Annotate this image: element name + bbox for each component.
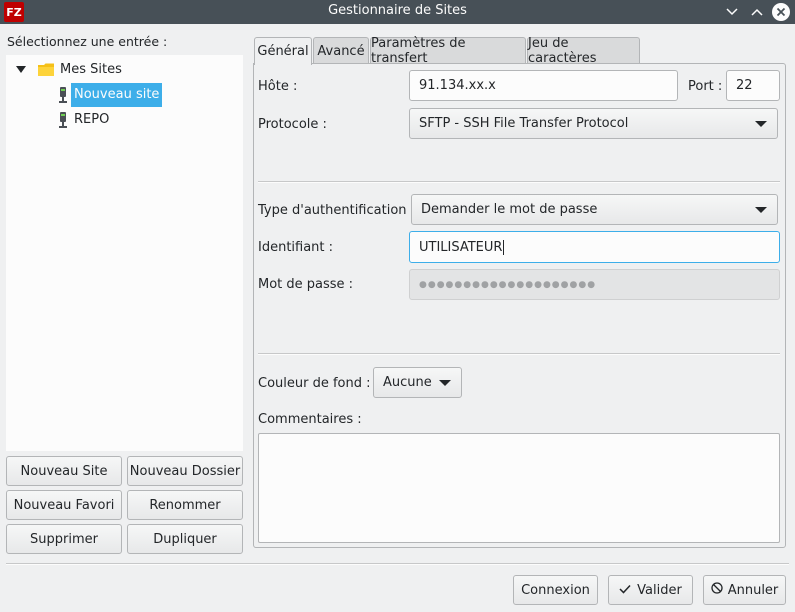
cancel-icon [711,582,723,598]
tab-advanced[interactable]: Avancé [313,37,369,64]
cancel-button[interactable]: Annuler [703,575,786,605]
tree-item-label: REPO [74,112,110,127]
footer-separator [6,563,789,565]
delete-button[interactable]: Supprimer [6,524,122,554]
tree-folder-label: Mes Sites [60,62,122,77]
minimize-chevron-down-icon[interactable] [722,2,742,22]
window-title: Gestionnaire de Sites [328,3,467,18]
close-icon [772,3,790,21]
ok-label: Valider [637,582,682,598]
ok-button[interactable]: Valider [608,575,693,605]
username-value: UTILISATEUR [419,239,503,255]
connect-button[interactable]: Connexion [513,575,598,605]
password-input[interactable]: ●●●●●●●●●●●●●●●●●●●● [409,269,780,300]
new-folder-button[interactable]: Nouveau Dossier [127,456,243,486]
text-cursor [503,239,505,255]
rename-button[interactable]: Renommer [127,490,243,520]
server-icon [58,87,68,103]
title-bar[interactable]: FZ Gestionnaire de Sites [0,0,795,24]
new-site-button[interactable]: Nouveau Site [6,456,122,486]
maximize-chevron-up-icon[interactable] [747,2,767,22]
password-label: Mot de passe : [258,277,354,292]
close-window-button[interactable] [771,2,791,22]
host-input[interactable]: 91.134.xx.x [409,70,678,101]
site-tree[interactable]: Mes Sites Nouveau site REPO [6,55,243,451]
server-icon [58,112,68,128]
bgcolor-value: Aucune [383,375,432,390]
port-label: Port : [688,79,723,94]
folder-icon [38,63,54,77]
protocol-label: Protocole : [258,117,327,132]
bgcolor-label: Couleur de fond : [258,376,371,391]
tree-item-label: Nouveau site [71,83,163,107]
username-input[interactable]: UTILISATEUR [409,231,780,263]
chevron-down-icon [439,379,451,386]
bgcolor-dropdown[interactable]: Aucune [373,367,462,398]
host-label: Hôte : [258,79,298,94]
tree-item-nouveau-site[interactable]: Nouveau site [58,83,163,107]
chevron-down-icon [755,120,767,127]
tab-charset[interactable]: Jeu de caractères [527,36,640,66]
auth-type-value: Demander le mot de passe [421,202,598,217]
cancel-label: Annuler [727,582,779,598]
checkmark-icon [619,583,631,598]
port-input[interactable]: 22 [726,70,780,101]
new-bookmark-button[interactable]: Nouveau Favori [6,490,122,520]
tab-general[interactable]: Général [254,37,312,65]
select-entry-label: Sélectionnez une entrée : [7,34,168,49]
comments-label: Commentaires : [258,412,362,427]
duplicate-button[interactable]: Dupliquer [127,524,243,554]
expand-arrow-icon[interactable] [16,63,26,78]
tree-item-repo[interactable]: REPO [58,108,112,132]
auth-type-label: Type d'authentification : [258,203,416,218]
chevron-down-icon [755,206,767,213]
comments-textarea[interactable] [258,433,780,543]
auth-type-dropdown[interactable]: Demander le mot de passe [411,194,778,225]
tree-folder-mes-sites[interactable]: Mes Sites [16,58,125,82]
protocol-dropdown[interactable]: SFTP - SSH File Transfer Protocol [409,108,778,139]
username-label: Identifiant : [258,240,334,255]
separator [258,353,780,355]
tab-transfer-settings[interactable]: Paramètres de transfert [370,36,526,66]
separator [258,181,780,183]
protocol-value: SFTP - SSH File Transfer Protocol [419,116,629,131]
